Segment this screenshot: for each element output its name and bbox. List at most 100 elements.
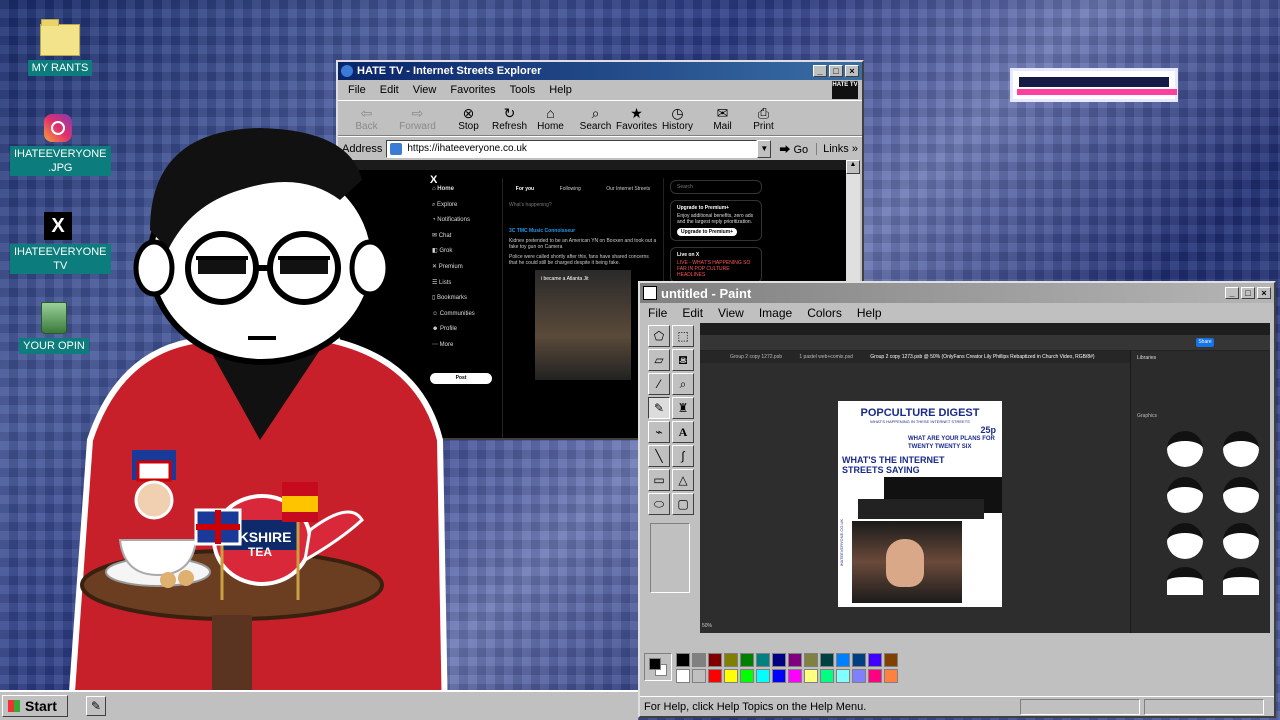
paint-window[interactable]: untitled - Paint _ □ × File Edit View Im… (638, 281, 1276, 718)
poster-artwork[interactable]: POPCULTURE DIGEST WHAT'S HAPPENING IN TH… (838, 401, 1002, 607)
graphic-thumb[interactable] (1223, 567, 1259, 595)
tool-options-box[interactable] (650, 523, 690, 593)
select-tool-icon[interactable]: ⬚ (672, 325, 694, 347)
share-button[interactable]: Share (1196, 338, 1214, 347)
tab-following[interactable]: Following (560, 186, 581, 192)
graphic-thumb[interactable] (1223, 477, 1259, 513)
close-button[interactable]: × (845, 65, 859, 77)
palette-swatch[interactable] (820, 669, 834, 683)
palette-swatch[interactable] (772, 669, 786, 683)
palette-swatch[interactable] (836, 653, 850, 667)
palette-swatch[interactable] (868, 669, 882, 683)
curve-tool-icon[interactable]: ∫ (672, 445, 694, 467)
line-tool-icon[interactable]: ╲ (648, 445, 670, 467)
desktop-icon-my-rants[interactable]: MY RANTS (12, 19, 108, 76)
free-select-tool-icon[interactable]: ⬠ (648, 325, 670, 347)
tab-for-you[interactable]: For you (516, 186, 534, 192)
current-colors[interactable] (644, 653, 672, 681)
palette-swatch[interactable] (724, 669, 738, 683)
menu-tools[interactable]: Tools (510, 84, 536, 96)
menu-view[interactable]: View (718, 306, 744, 320)
palette-swatch[interactable] (884, 669, 898, 683)
menu-image[interactable]: Image (759, 306, 792, 320)
menu-favorites[interactable]: Favorites (450, 84, 495, 96)
eyedropper-tool-icon[interactable]: ⁄ (648, 373, 670, 395)
graphic-thumb[interactable] (1167, 567, 1203, 595)
menu-view[interactable]: View (413, 84, 437, 96)
home-button[interactable]: ⌂ Home (530, 105, 571, 132)
menu-file[interactable]: File (348, 84, 366, 96)
palette-swatch[interactable] (836, 669, 850, 683)
palette-swatch[interactable] (788, 669, 802, 683)
palette-swatch[interactable] (788, 653, 802, 667)
airbrush-tool-icon[interactable]: ⌁ (648, 421, 670, 443)
menu-colors[interactable]: Colors (807, 306, 842, 320)
palette-swatch[interactable] (708, 653, 722, 667)
polygon-tool-icon[interactable]: △ (672, 469, 694, 491)
minimize-button[interactable]: _ (813, 65, 827, 77)
magnifier-tool-icon[interactable]: ⌕ (672, 373, 694, 395)
paint-titlebar[interactable]: untitled - Paint _ □ × (640, 283, 1274, 303)
mail-button[interactable]: ✉ Mail (702, 105, 743, 132)
palette-swatch[interactable] (820, 653, 834, 667)
palette-swatch[interactable] (756, 669, 770, 683)
rounded-rectangle-tool-icon[interactable]: ▢ (672, 493, 694, 515)
print-button[interactable]: ⎙ Print (743, 105, 784, 132)
brush-tool-icon[interactable]: ♜ (672, 397, 694, 419)
palette-swatch[interactable] (884, 653, 898, 667)
palette-swatch[interactable] (804, 669, 818, 683)
address-dropdown-button[interactable]: ▼ (757, 139, 772, 158)
search-button[interactable]: ⌕ Search (575, 105, 616, 132)
go-button[interactable]: ⮕ Go (775, 141, 812, 157)
maximize-button[interactable]: □ (1241, 287, 1255, 299)
refresh-button[interactable]: ↻ Refresh (489, 105, 530, 132)
graphic-thumb[interactable] (1167, 431, 1203, 467)
menu-file[interactable]: File (648, 306, 667, 320)
palette-swatch[interactable] (756, 653, 770, 667)
palette-swatch[interactable] (852, 653, 866, 667)
palette-swatch[interactable] (676, 653, 690, 667)
palette-swatch[interactable] (724, 653, 738, 667)
premium-button[interactable]: Upgrade to Premium+ (677, 228, 738, 236)
ie-titlebar[interactable]: HATE TV - Internet Streets Explorer _ □ … (338, 62, 862, 80)
palette-swatch[interactable] (740, 653, 754, 667)
palette-swatch[interactable] (868, 653, 882, 667)
pencil-tool-icon[interactable]: ✎ (648, 397, 670, 419)
favorites-button[interactable]: ★ Favorites (616, 105, 657, 132)
palette-swatch[interactable] (772, 653, 786, 667)
scroll-up-button[interactable]: ▲ (846, 160, 860, 174)
doc-tab-3[interactable]: Group 2 copy 1273.psb @ 50% (OnlyFans Cr… (870, 354, 1094, 360)
eraser-tool-icon[interactable]: ▱ (648, 349, 670, 371)
rectangle-tool-icon[interactable]: ▭ (648, 469, 670, 491)
quick-launch-paint-icon[interactable]: ✎ (86, 696, 106, 716)
graphic-thumb[interactable] (1167, 477, 1203, 513)
menu-help[interactable]: Help (549, 84, 572, 96)
doc-tab-2[interactable]: 1 pastel web+comix.psd (799, 354, 853, 360)
fill-tool-icon[interactable]: ⛾ (672, 349, 694, 371)
doc-tab-1[interactable]: Group 2 copy 1272.psb (730, 354, 782, 360)
tab-our-streets[interactable]: Our Internet Streets (606, 186, 650, 192)
graphic-thumb[interactable] (1223, 431, 1259, 467)
post-video[interactable]: i became a Atlanta Jit (535, 270, 631, 380)
history-button[interactable]: ◷ History (657, 105, 698, 132)
palette-swatch[interactable] (676, 669, 690, 683)
palette-swatch[interactable] (692, 669, 706, 683)
menu-edit[interactable]: Edit (682, 306, 703, 320)
start-button[interactable]: Start (2, 695, 68, 717)
menu-edit[interactable]: Edit (380, 84, 399, 96)
maximize-button[interactable]: □ (829, 65, 843, 77)
graphic-thumb[interactable] (1167, 523, 1203, 559)
ellipse-tool-icon[interactable]: ⬭ (648, 493, 670, 515)
menu-help[interactable]: Help (857, 306, 882, 320)
palette-swatch[interactable] (852, 669, 866, 683)
palette-swatch[interactable] (708, 669, 722, 683)
close-button[interactable]: × (1257, 287, 1271, 299)
palette-swatch[interactable] (804, 653, 818, 667)
links-button[interactable]: Links » (816, 142, 858, 155)
post-author[interactable]: 3C TMC Music Connoisseur (509, 228, 657, 234)
palette-swatch[interactable] (692, 653, 706, 667)
x-search-input[interactable]: Search (670, 180, 762, 194)
palette-swatch[interactable] (740, 669, 754, 683)
paint-canvas[interactable]: Share Group 2 copy 1272.psb 1 pastel web… (700, 323, 1270, 633)
live-body[interactable]: LIVE - WHAT'S HAPPENING SO FAR IN POP CU… (677, 260, 755, 278)
